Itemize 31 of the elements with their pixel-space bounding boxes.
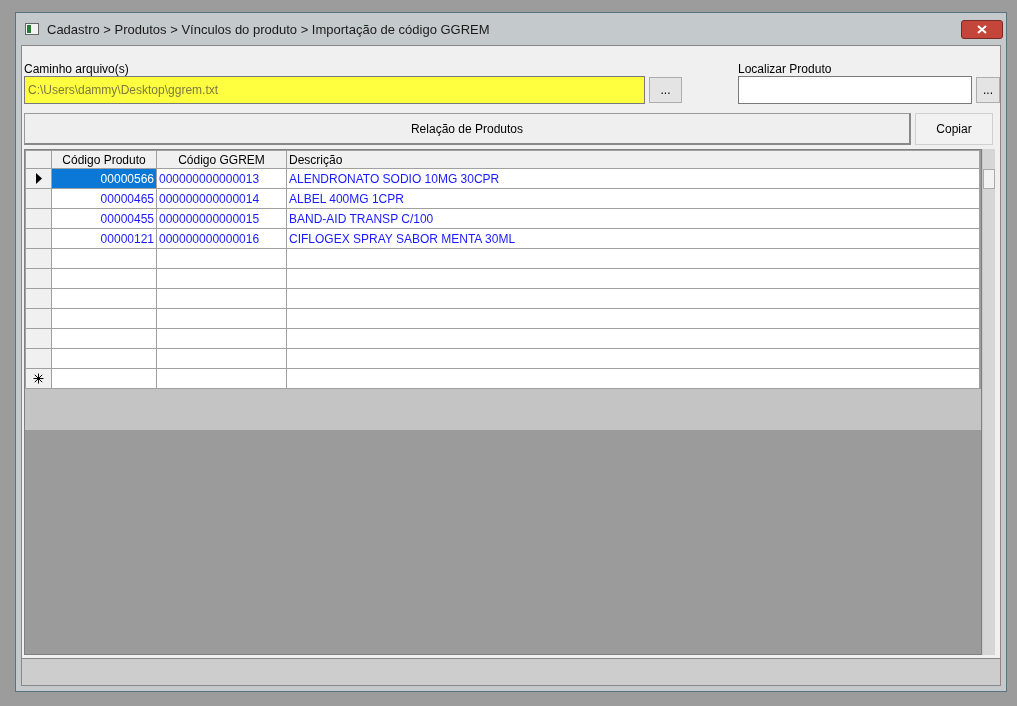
app-icon: [25, 23, 39, 35]
column-header[interactable]: Descrição: [286, 150, 980, 169]
row-header[interactable]: [25, 368, 52, 389]
table-cell[interactable]: 000000000000016: [156, 228, 287, 249]
table-cell[interactable]: ALBEL 400MG 1CPR: [286, 188, 980, 209]
column-header[interactable]: Código Produto: [51, 150, 157, 169]
table-cell[interactable]: 000000000000013: [156, 168, 287, 189]
search-field[interactable]: [738, 76, 972, 104]
field-label: Localizar Produto: [738, 62, 833, 76]
table-cell[interactable]: BAND-AID TRANSP C/100: [286, 208, 980, 229]
copy-button[interactable]: Copiar: [915, 113, 993, 145]
scrollbar-thumb[interactable]: [983, 169, 995, 189]
table-cell[interactable]: 00000455: [51, 208, 157, 229]
table-cell[interactable]: ALENDRONATO SODIO 10MG 30CPR: [286, 168, 980, 189]
window-title: Cadastro > Produtos > Vínculos do produto > Importação de código GGREM: [47, 21, 490, 37]
table-cell[interactable]: 00000465: [51, 188, 157, 209]
row-header[interactable]: [25, 168, 52, 189]
product-list-button[interactable]: Relação de Produtos: [24, 113, 911, 145]
field-label: Caminho arquivo(s): [24, 62, 130, 76]
close-button[interactable]: [961, 19, 1003, 39]
table-cell[interactable]: 000000000000015: [156, 208, 287, 229]
close-icon: [977, 24, 987, 34]
scrollbar[interactable]: [982, 149, 995, 655]
table-cell[interactable]: CIFLOGEX SPRAY SABOR MENTA 30ML: [286, 228, 980, 249]
browse-button[interactable]: ...: [976, 77, 1000, 103]
table-cell[interactable]: 00000121: [51, 228, 157, 249]
browse-button[interactable]: ...: [649, 77, 682, 103]
column-header[interactable]: Código GGREM: [156, 150, 287, 169]
file-path-field[interactable]: C:\Users\dammy\Desktop\ggrem.txt: [24, 76, 645, 104]
table-cell[interactable]: 000000000000014: [156, 188, 287, 209]
asterisk-icon: [33, 373, 44, 384]
